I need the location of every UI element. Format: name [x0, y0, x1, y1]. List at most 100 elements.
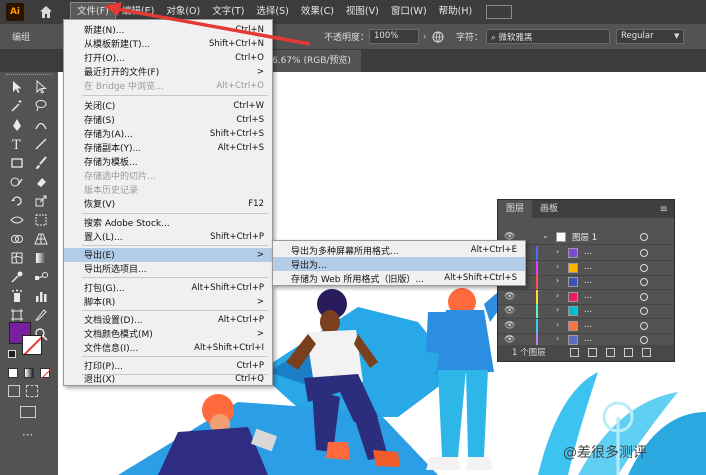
- menu-item-open[interactable]: 打开(O)... Ctrl+O: [64, 51, 272, 65]
- scale-tool-icon[interactable]: [34, 194, 48, 208]
- target-circle-icon[interactable]: [640, 233, 648, 241]
- tab-layers[interactable]: 图层: [498, 200, 533, 218]
- globe-icon[interactable]: [432, 31, 444, 43]
- menu-item-save-copy[interactable]: 存储副本(Y)... Alt+Ctrl+S: [64, 141, 272, 155]
- target-circle-icon[interactable]: [640, 263, 648, 272]
- sublayer-row[interactable]: 👁 ›...: [498, 318, 674, 334]
- menu-item-place[interactable]: 置入(L)... Shift+Ctrl+P: [64, 230, 272, 244]
- chevron-down-icon[interactable]: ▼: [674, 32, 679, 40]
- menu-item-new[interactable]: 新建(N)... Ctrl+N: [64, 23, 272, 37]
- gradient-tool-icon[interactable]: [34, 251, 48, 265]
- chevron-right-icon[interactable]: ›: [556, 334, 559, 343]
- target-circle-icon[interactable]: [640, 321, 648, 330]
- magic-wand-tool-icon[interactable]: [10, 99, 24, 113]
- rotate-tool-icon[interactable]: [10, 194, 24, 208]
- sublayer-row[interactable]: 👁 ›...: [498, 289, 674, 305]
- rectangle-tool-icon[interactable]: [10, 156, 24, 170]
- default-colors-icon[interactable]: [8, 350, 16, 358]
- target-circle-icon[interactable]: [640, 249, 648, 257]
- menu-item-file-info[interactable]: 文件信息(I)... Alt+Shift+Ctrl+I: [64, 341, 272, 355]
- create-sublayer-icon[interactable]: [606, 348, 615, 357]
- eyedropper-tool-icon[interactable]: [10, 270, 24, 284]
- mesh-tool-icon[interactable]: [10, 251, 24, 265]
- chevron-right-icon[interactable]: ›: [423, 32, 426, 41]
- visibility-eye-icon[interactable]: 👁: [504, 292, 515, 302]
- lasso-tool-icon[interactable]: [34, 99, 48, 113]
- artboard-tool-icon[interactable]: [10, 308, 24, 322]
- menu-item-package[interactable]: 打包(G)... Alt+Shift+Ctrl+P: [64, 281, 272, 295]
- shape-builder-tool-icon[interactable]: [10, 232, 24, 246]
- slice-tool-icon[interactable]: [34, 308, 48, 322]
- make-clipping-mask-icon[interactable]: [588, 348, 597, 357]
- toolbar-grip[interactable]: [6, 74, 52, 77]
- target-circle-icon[interactable]: [640, 278, 648, 286]
- target-circle-icon[interactable]: [640, 336, 648, 344]
- shaper-tool-icon[interactable]: [10, 175, 24, 189]
- line-tool-icon[interactable]: [34, 137, 48, 151]
- menu-item-print[interactable]: 打印(P)... Ctrl+P: [64, 359, 272, 373]
- target-circle-icon[interactable]: [640, 292, 648, 301]
- paintbrush-tool-icon[interactable]: [34, 156, 48, 170]
- visibility-eye-icon[interactable]: 👁: [504, 321, 515, 331]
- column-graph-tool-icon[interactable]: [34, 289, 48, 303]
- eraser-tool-icon[interactable]: [34, 175, 48, 189]
- direct-selection-tool-icon[interactable]: [34, 79, 48, 94]
- color-mode-icon[interactable]: [8, 368, 18, 378]
- menu-window[interactable]: 窗口(W): [385, 0, 433, 24]
- chevron-down-icon[interactable]: ⌄: [542, 231, 549, 240]
- document-tab[interactable]: 6.67% (RGB/预览): [262, 50, 361, 72]
- home-icon[interactable]: [38, 4, 54, 20]
- new-layer-icon[interactable]: [624, 348, 633, 357]
- menu-item-scripts[interactable]: 脚本(R) >: [64, 295, 272, 309]
- opacity-input[interactable]: 100%: [369, 29, 419, 44]
- menu-item-search-adobe-stock[interactable]: 搜索 Adobe Stock...: [64, 216, 272, 230]
- type-tool-icon[interactable]: T: [10, 137, 24, 153]
- blend-tool-icon[interactable]: [34, 270, 48, 284]
- chevron-right-icon[interactable]: ›: [556, 262, 559, 271]
- submenu-item-export-as[interactable]: 导出为...: [273, 257, 525, 271]
- menu-item-document-color-mode[interactable]: 文档颜色模式(M) >: [64, 327, 272, 341]
- target-circle-icon[interactable]: [640, 307, 648, 315]
- none-mode-icon[interactable]: [40, 368, 52, 380]
- menu-item-save[interactable]: 存储(S) Ctrl+S: [64, 113, 272, 127]
- pen-tool-icon[interactable]: [10, 118, 24, 132]
- visibility-eye-icon[interactable]: 👁: [504, 335, 515, 345]
- submenu-item-export-for-screens[interactable]: 导出为多种屏幕所用格式... Alt+Ctrl+E: [273, 243, 525, 257]
- menu-item-close[interactable]: 关闭(C) Ctrl+W: [64, 99, 272, 113]
- free-transform-tool-icon[interactable]: [34, 213, 48, 227]
- symbol-sprayer-tool-icon[interactable]: [10, 289, 24, 303]
- menu-view[interactable]: 视图(V): [340, 0, 385, 24]
- submenu-item-save-for-web[interactable]: 存储为 Web 所用格式（旧版）... Alt+Shift+Ctrl+S: [273, 271, 525, 285]
- menu-effect[interactable]: 效果(C): [295, 0, 340, 24]
- perspective-grid-tool-icon[interactable]: [34, 232, 48, 246]
- menu-item-export[interactable]: 导出(E) >: [64, 248, 272, 262]
- menu-item-new-from-template[interactable]: 从模板新建(T)... Shift+Ctrl+N: [64, 37, 272, 51]
- view-mode-icon[interactable]: [486, 5, 513, 19]
- menu-item-save-as-template[interactable]: 存储为模板...: [64, 155, 272, 169]
- stroke-color-swatch[interactable]: [22, 335, 42, 355]
- menu-item-export-selection[interactable]: 导出所选项目...: [64, 262, 272, 276]
- more-tools-icon[interactable]: ···: [22, 428, 33, 442]
- chevron-right-icon[interactable]: ›: [556, 247, 559, 256]
- menu-item-exit[interactable]: 退出(X) Ctrl+Q: [64, 372, 272, 386]
- visibility-eye-icon[interactable]: 👁: [504, 306, 515, 316]
- menu-item-open-recent[interactable]: 最近打开的文件(F) >: [64, 65, 272, 79]
- sublayer-row[interactable]: 👁 ›...: [498, 304, 674, 319]
- draw-behind-icon[interactable]: [26, 385, 38, 397]
- panel-menu-icon[interactable]: ≡: [660, 204, 668, 215]
- menu-item-document-setup[interactable]: 文档设置(D)... Alt+Ctrl+P: [64, 313, 272, 327]
- gradient-mode-icon[interactable]: [24, 368, 34, 378]
- menu-help[interactable]: 帮助(H): [433, 0, 479, 24]
- selection-tool-icon[interactable]: [10, 80, 24, 94]
- locate-object-icon[interactable]: [570, 348, 579, 357]
- menu-item-save-as[interactable]: 存储为(A)... Shift+Ctrl+S: [64, 127, 272, 141]
- menu-item-revert[interactable]: 恢复(V) F12: [64, 197, 272, 211]
- width-tool-icon[interactable]: [10, 213, 24, 227]
- chevron-right-icon[interactable]: ›: [556, 291, 559, 300]
- curvature-tool-icon[interactable]: [34, 118, 48, 132]
- screen-mode-icon[interactable]: [20, 406, 36, 418]
- chevron-right-icon[interactable]: ›: [556, 276, 559, 285]
- font-family-select[interactable]: ⌕ 微软雅黑: [486, 29, 610, 44]
- tab-artboards[interactable]: 画板: [532, 200, 566, 218]
- delete-layer-icon[interactable]: [642, 348, 651, 357]
